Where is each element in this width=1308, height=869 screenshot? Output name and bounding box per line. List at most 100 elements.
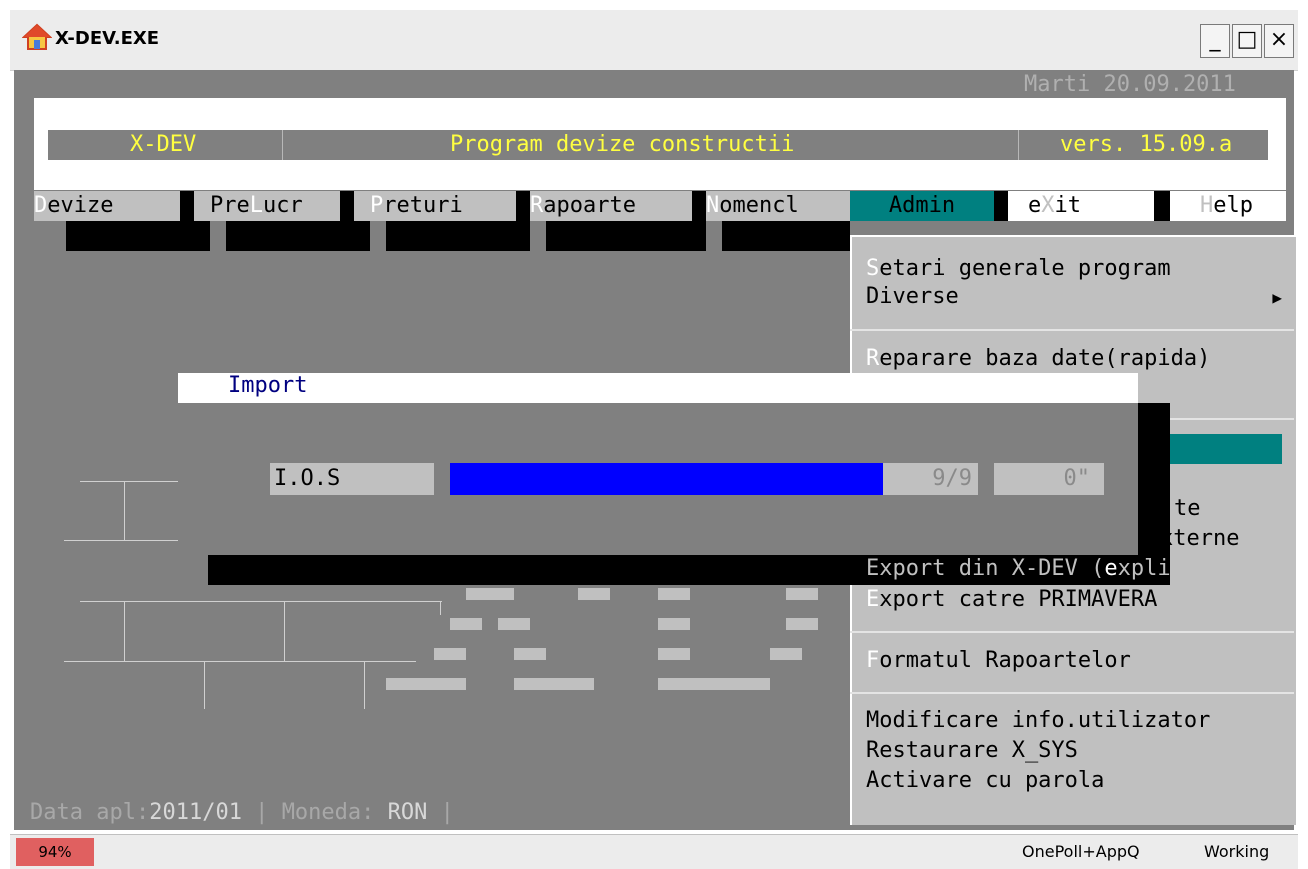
window-title: X-DEV.EXE	[55, 28, 160, 49]
minimize-button[interactable]: _	[1200, 24, 1230, 58]
deco-line	[440, 601, 441, 615]
hotkey: S	[866, 256, 880, 281]
menu-label: returi	[383, 193, 463, 218]
deco-bar	[450, 618, 482, 630]
deco-line	[364, 661, 365, 709]
menu-item-export-primavera[interactable]: Export catre PRIMAVERA	[866, 587, 1157, 612]
deco-bar	[658, 678, 770, 690]
menu-shadow	[340, 191, 354, 221]
data-label: Data apl:	[30, 800, 150, 825]
moneda-value: RON	[387, 800, 428, 825]
menu-label: Pre	[210, 193, 250, 218]
import-item-field: I.O.S	[270, 463, 434, 495]
window-titlebar[interactable]	[10, 10, 1298, 71]
hotkey: D	[34, 193, 48, 218]
menu-item-label: xterne	[1160, 526, 1240, 551]
deco-line	[124, 481, 125, 541]
maximize-button[interactable]: □	[1232, 24, 1262, 58]
separator: |	[241, 800, 282, 825]
menu-shadow	[722, 221, 850, 251]
menu-exit[interactable]: eXit	[1008, 191, 1154, 221]
menu-item-label: ormatul Rapoartelor	[879, 648, 1131, 673]
deco-bar	[514, 648, 546, 660]
menu-item-setari[interactable]: Setari generale program	[866, 256, 1171, 281]
submenu-arrow-icon: ▶	[1272, 288, 1282, 307]
menu-item-restaurare[interactable]: Restaurare X_SYS	[866, 738, 1078, 763]
menu-item-partial[interactable]: xterne	[1160, 526, 1239, 551]
menu-item-modificare[interactable]: Modificare info.utilizator	[866, 708, 1210, 733]
progress-bar	[450, 463, 883, 495]
menu-shadow	[692, 191, 706, 221]
hotkey: e	[1104, 556, 1118, 581]
menu-item-highlight[interactable]	[1170, 434, 1282, 464]
menu-devize[interactable]: Devize	[34, 191, 180, 221]
menu-prelucr[interactable]: PreLucr	[194, 191, 340, 221]
deco-bar	[578, 588, 610, 600]
menu-item-label: xport catre PRIMAVERA	[879, 587, 1158, 612]
app-version: vers. 15.09.a	[1060, 132, 1233, 157]
deco-bar	[658, 618, 690, 630]
deco-bar	[770, 648, 802, 660]
deco-bar	[658, 648, 690, 660]
deco-line	[284, 601, 285, 661]
menu-item-label: Modificare info.utilizator	[866, 708, 1211, 733]
menu-shadow	[180, 191, 194, 221]
deco-bar	[434, 648, 466, 660]
deco-bar	[498, 618, 530, 630]
menu-item-reparare[interactable]: Reparare baza date(rapida)	[866, 346, 1210, 371]
menu-help[interactable]: Help	[1170, 191, 1286, 221]
deco-line	[124, 601, 125, 661]
hotkey: P	[370, 193, 384, 218]
separator: |	[427, 800, 454, 825]
menu-item-label: xplic.)	[1117, 556, 1211, 581]
menu-item-partial[interactable]: te	[1174, 496, 1201, 521]
status-app: OnePoll+AppQ	[1022, 842, 1140, 861]
menu-shadow	[386, 221, 530, 251]
deco-line	[80, 481, 180, 482]
deco-bar	[786, 588, 818, 600]
hotkey: N	[706, 193, 720, 218]
menu-label: evize	[47, 193, 114, 218]
app-home-icon	[21, 22, 53, 52]
menu-label: omencl	[719, 193, 799, 218]
hotkey: R	[530, 193, 544, 218]
menu-shadow	[994, 191, 1008, 221]
app-title: Program devize constructii	[450, 132, 795, 157]
menu-item-label: eparare baza date(rapida)	[879, 346, 1211, 371]
menu-item-export-explic[interactable]: Export din X-DEV (explic.)	[866, 556, 1210, 581]
header-separator	[1018, 130, 1019, 160]
menu-rapoarte[interactable]: Rapoarte	[530, 191, 692, 221]
moneda-label: Moneda:	[281, 800, 388, 825]
header-separator	[282, 130, 283, 160]
menu-shadow	[1154, 191, 1170, 221]
menu-item-formatul[interactable]: Formatul Rapoartelor	[866, 648, 1131, 673]
menu-shadow	[546, 221, 706, 251]
menu-preturi[interactable]: Preturi	[354, 191, 516, 221]
app-name: X-DEV	[130, 132, 197, 157]
hotkey: E	[866, 587, 880, 612]
deco-line	[80, 601, 442, 602]
menu-admin[interactable]: Admin	[850, 191, 994, 221]
menu-label: it	[1054, 193, 1082, 218]
menu-label: e	[1028, 193, 1042, 218]
menu-label: ucr	[263, 193, 303, 218]
hotkey: X	[1041, 193, 1055, 218]
import-item-label: I.O.S	[274, 466, 341, 491]
deco-bar	[786, 618, 818, 630]
import-dialog-titlebar[interactable]	[178, 373, 1138, 403]
menu-item-diverse[interactable]: Diverse ▶	[866, 284, 1282, 309]
elapsed-value: 0"	[1063, 466, 1091, 491]
deco-bar	[466, 588, 514, 600]
menu-item-label: Export din X-DEV (	[866, 556, 1105, 581]
menu-separator	[850, 631, 1294, 633]
progress-count: 9/9	[932, 466, 972, 491]
menu-item-activare[interactable]: Activare cu parola	[866, 768, 1104, 793]
hotkey: H	[1200, 193, 1214, 218]
close-button[interactable]: ×	[1264, 24, 1294, 58]
deco-line	[204, 661, 205, 709]
menu-separator	[850, 692, 1294, 694]
menu-shadow	[516, 191, 530, 221]
elapsed-time: 0"	[994, 463, 1104, 495]
menu-item-label: Diverse	[866, 284, 959, 309]
menu-nomencl[interactable]: Nomencl	[706, 191, 850, 221]
